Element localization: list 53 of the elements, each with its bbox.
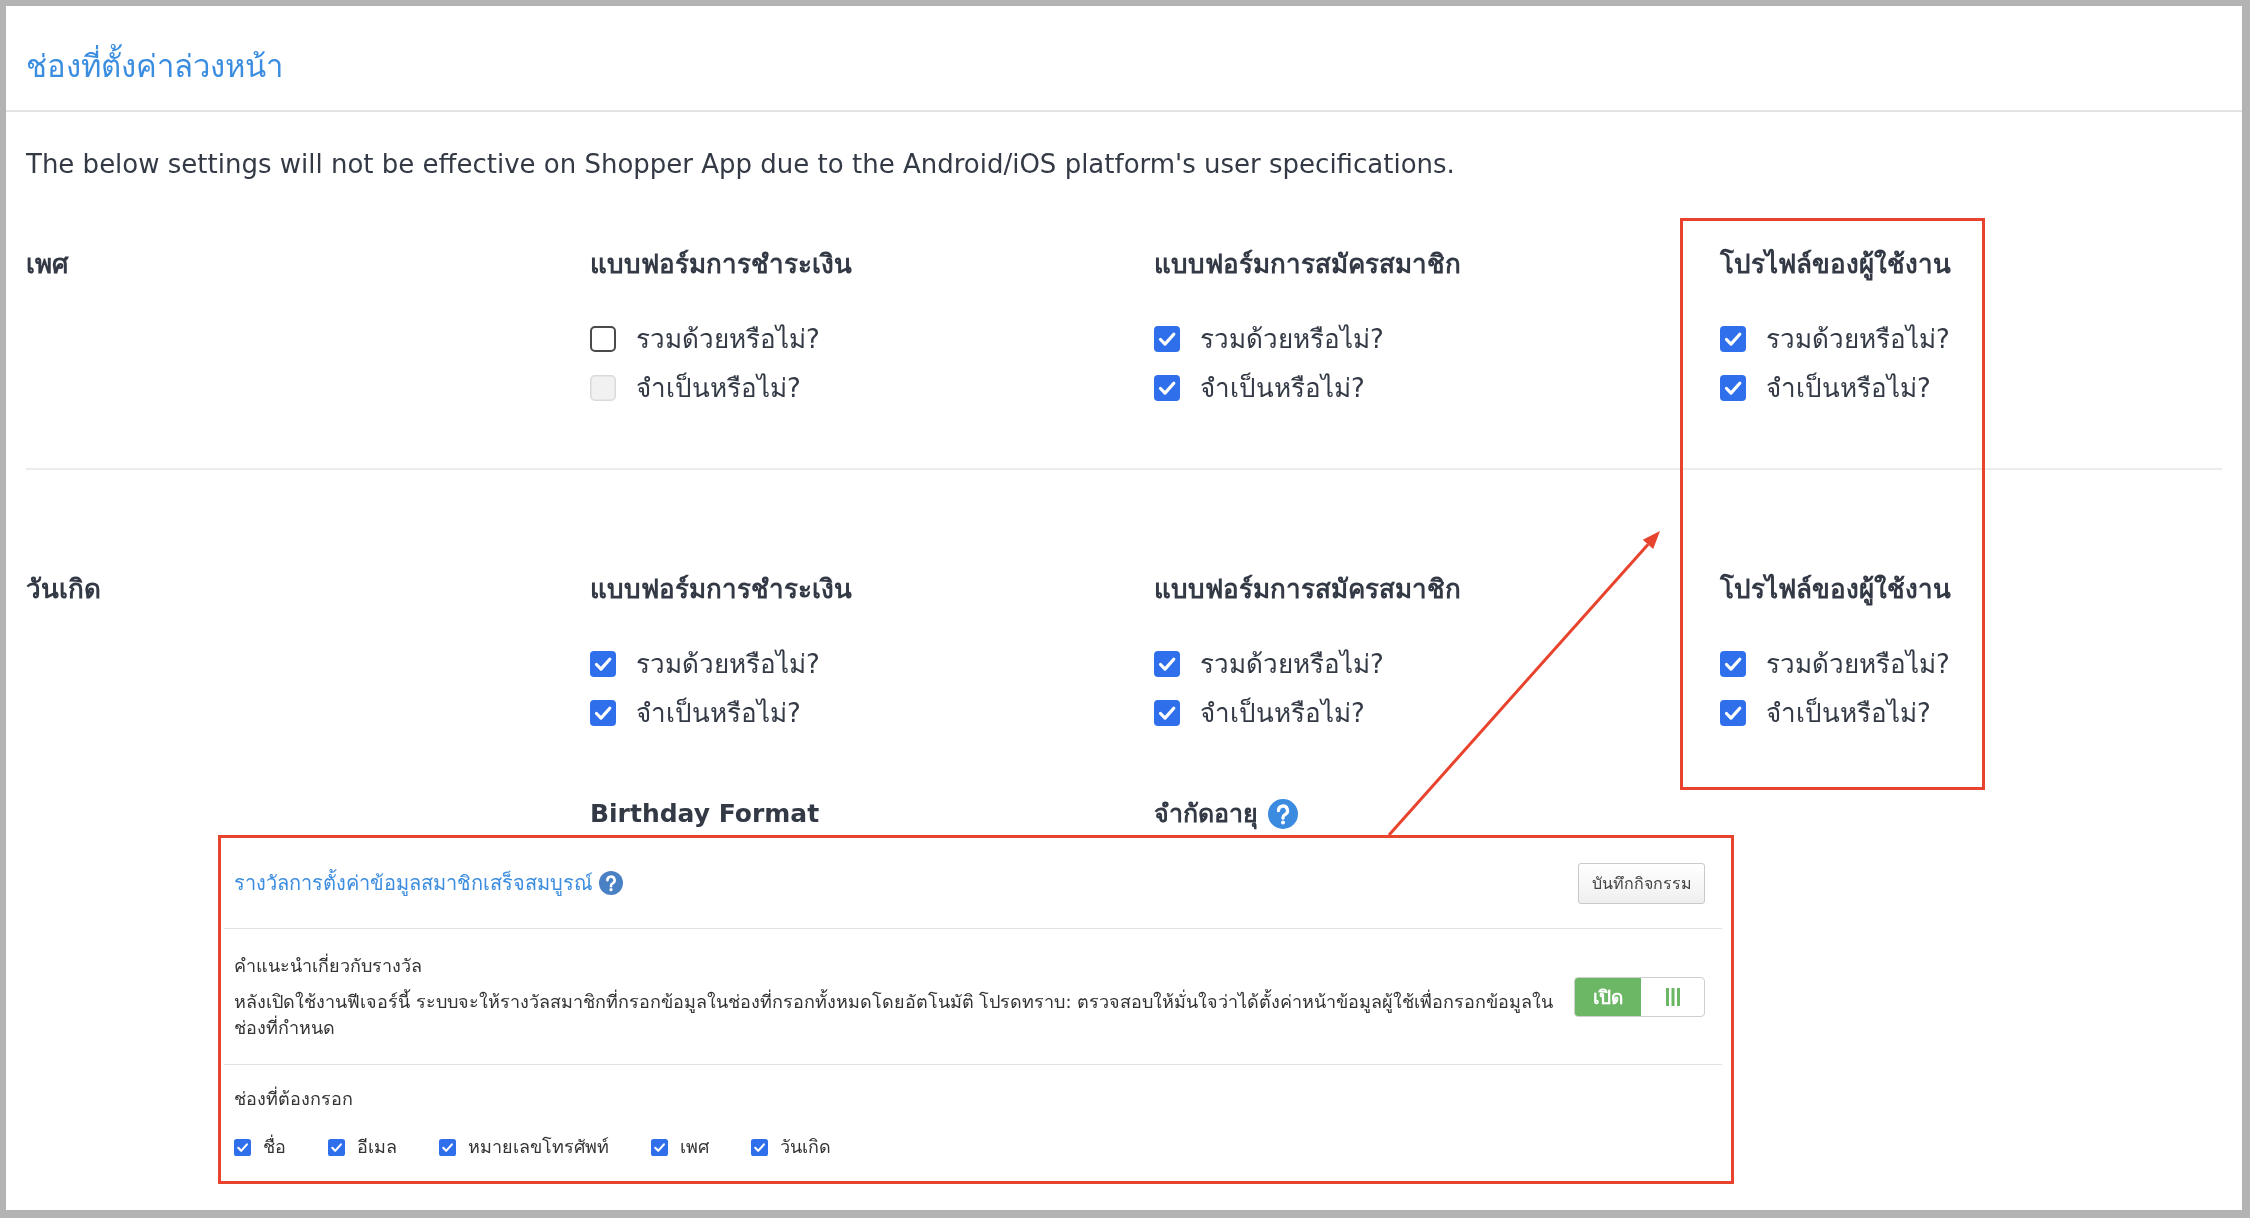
- grip-icon: [1665, 987, 1680, 1006]
- field-name: เพศ: [26, 248, 69, 281]
- activity-log-button[interactable]: บันทึกกิจกรรม: [1578, 862, 1705, 904]
- checkbox[interactable]: [439, 1138, 456, 1156]
- checkbox-label: รวมด้วยหรือไม่?: [1200, 323, 1384, 356]
- checkbox[interactable]: [1720, 700, 1746, 726]
- checkbox[interactable]: [1154, 651, 1180, 677]
- setting-heading: จำกัดอายุ: [1154, 798, 1258, 831]
- checkbox-label: ชื่อ: [263, 1134, 286, 1159]
- checkbox[interactable]: [1154, 326, 1180, 352]
- checkbox-label: หมายเลขโทรศัพท์: [468, 1135, 609, 1159]
- setting-heading: Birthday Format: [590, 798, 820, 830]
- checkbox-label: จำเป็นหรือไม่?: [636, 371, 801, 405]
- form-heading: โปรไฟล์ของผู้ใช้งาน: [1720, 572, 1951, 606]
- form-heading: แบบฟอร์มการชำระเงิน: [590, 573, 852, 606]
- checkbox-label: รวมด้วยหรือไม่?: [1766, 323, 1950, 356]
- checkbox[interactable]: [751, 1138, 768, 1156]
- checkbox-label: รวมด้วยหรือไม่?: [1200, 648, 1384, 681]
- description-text: หลังเปิดใช้งานฟีเจอร์นี้ ระบบจะให้รางวัลสมาชิกที่กรอกข้อมูลในช่องที่กรอกทั้งหมดโดยอัตโนมัติ โปรดทราบ: ตรวจสอบให้มั่นใจว่าได้ตั้งค่าหน้าข้อมูลผู้ใช้เพื่อกรอกข้อมูลในช่องที่กำหนด: [234, 988, 1555, 1040]
- required-fields-label: ช่องที่ต้องกรอก: [234, 1086, 353, 1111]
- checkbox-label: รวมด้วยหรือไม่?: [636, 648, 820, 681]
- checkbox-label: รวมด้วยหรือไม่?: [1766, 648, 1950, 681]
- form-heading: แบบฟอร์มการสมัครสมาชิก: [1154, 248, 1461, 281]
- checkbox[interactable]: [590, 700, 616, 726]
- checkbox[interactable]: [651, 1138, 668, 1156]
- help-icon[interactable]: [1268, 799, 1298, 829]
- checkbox[interactable]: [1720, 326, 1746, 352]
- form-heading: แบบฟอร์มการสมัครสมาชิก: [1154, 573, 1461, 606]
- checkbox-label: วันเกิด: [780, 1135, 831, 1159]
- checkbox-label: จำเป็นหรือไม่?: [636, 696, 801, 730]
- help-icon[interactable]: [599, 871, 623, 895]
- hint-label: คำแนะนำเกี่ยวกับรางวัล: [234, 952, 422, 978]
- checkbox-label: จำเป็นหรือไม่?: [1200, 371, 1365, 405]
- checkbox-label: จำเป็นหรือไม่?: [1766, 371, 1931, 405]
- checkbox[interactable]: [1154, 700, 1180, 726]
- checkbox[interactable]: [1720, 375, 1746, 401]
- checkbox-label: จำเป็นหรือไม่?: [1200, 696, 1365, 730]
- checkbox-label: เพศ: [680, 1135, 709, 1159]
- checkbox[interactable]: [590, 326, 616, 352]
- checkbox[interactable]: [328, 1138, 345, 1156]
- checkbox-label: รวมด้วยหรือไม่?: [636, 323, 820, 356]
- section-title: ช่องที่ตั้งค่าล่วงหน้า: [26, 44, 283, 88]
- form-heading: โปรไฟล์ของผู้ใช้งาน: [1720, 247, 1951, 281]
- field-name: วันเกิด: [26, 573, 101, 606]
- checkbox[interactable]: [1154, 375, 1180, 401]
- checkbox-label: จำเป็นหรือไม่?: [1766, 696, 1931, 730]
- notice-text: The below settings will not be effective on Shopper App due to the Android/iOS platform's user specifications.: [26, 148, 1455, 181]
- form-heading: แบบฟอร์มการชำระเงิน: [590, 248, 852, 281]
- checkbox[interactable]: [234, 1138, 251, 1156]
- panel-title: รางวัลการตั้งค่าข้อมูลสมาชิกเสร็จสมบูรณ์: [234, 868, 593, 898]
- checkbox[interactable]: [590, 651, 616, 677]
- checkbox-label: อีเมล: [357, 1135, 397, 1159]
- checkbox[interactable]: [1720, 651, 1746, 677]
